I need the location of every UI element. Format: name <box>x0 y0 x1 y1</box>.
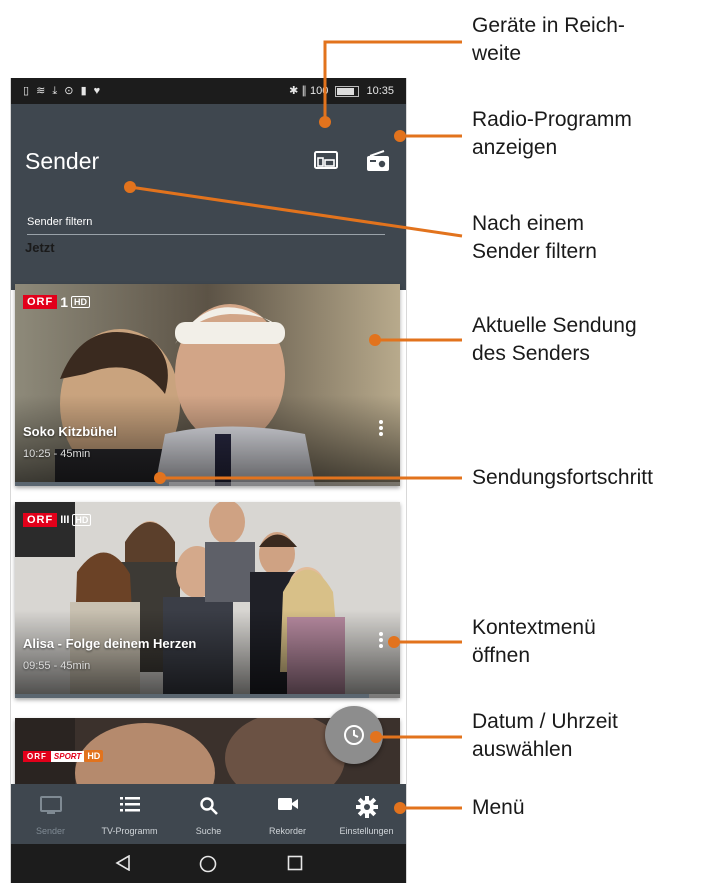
program-card[interactable]: ORF 1 HD Soko Kitzbühel 10:25 - 45min <box>15 284 400 486</box>
tv-icon <box>39 796 62 814</box>
nav-item-label: TV-Programm <box>101 826 158 836</box>
radio-icon <box>367 150 389 171</box>
more-vert-icon <box>379 632 383 636</box>
program-progress-fill <box>15 694 370 698</box>
nav-item-label: Suche <box>195 826 222 836</box>
recents-square-icon[interactable] <box>287 855 303 871</box>
program-progress <box>15 694 400 698</box>
nav-item-tv-programm[interactable]: TV-Programm <box>90 784 169 844</box>
callout-radio-label: Radio-Programm anzeigen <box>472 108 632 159</box>
cast-devices-button[interactable] <box>314 150 338 172</box>
bottom-navigation: Sender TV-Programm Suche Rekorder Einste… <box>11 784 406 844</box>
nav-item-label: Einstellungen <box>339 826 394 836</box>
callout-devices-label: Geräte in Reich-weite <box>472 14 625 65</box>
back-triangle-icon[interactable] <box>115 855 131 871</box>
nav-item-sender[interactable]: Sender <box>11 784 90 844</box>
program-card[interactable]: ORF III HD Alisa - Folge deinem Herzen 09:… <box>15 502 400 698</box>
nav-item-label: Sender <box>35 826 66 836</box>
cast-devices-icon <box>314 151 338 169</box>
status-time: 10:35 <box>366 85 394 97</box>
list-icon <box>119 797 140 812</box>
callout-menu-label: Menü <box>472 796 525 819</box>
program-time: 09:55 - 45min <box>23 660 91 672</box>
nav-item-einstellungen[interactable]: Einstellungen <box>327 784 406 844</box>
video-camera-icon <box>277 798 298 810</box>
status-icons-left: ▯ ≋ ⤓ ⊙ ▮ ♥ <box>23 85 103 97</box>
context-menu-button[interactable] <box>376 630 386 650</box>
channel-logo: ORF 1 HD <box>23 294 91 310</box>
battery-icon <box>335 85 360 97</box>
nav-item-label: Rekorder <box>268 826 306 836</box>
android-navigation-bar <box>11 844 406 883</box>
nav-item-rekorder[interactable]: Rekorder <box>248 784 327 844</box>
program-title: Alisa - Folge deinem Herzen <box>23 636 197 651</box>
date-time-fab[interactable] <box>325 706 383 764</box>
search-icon <box>199 797 218 815</box>
more-vert-icon <box>379 420 383 424</box>
program-title: Soko Kitzbühel <box>23 424 117 439</box>
channel-filter-input[interactable] <box>27 214 385 232</box>
gear-icon <box>355 796 378 818</box>
clock-icon <box>344 725 364 745</box>
status-icons-right: ✱ ∥ 100 10:35 <box>289 84 394 97</box>
channel-filter-field[interactable] <box>27 212 385 235</box>
context-menu-button[interactable] <box>376 418 386 438</box>
home-circle-icon[interactable] <box>199 855 217 873</box>
phone-screen: ▯ ≋ ⤓ ⊙ ▮ ♥ ✱ ∥ 100 10:35 Sender Sender … <box>10 78 407 883</box>
nav-item-suche[interactable]: Suche <box>169 784 248 844</box>
status-signal-text: ✱ ∥ 100 <box>289 85 329 97</box>
callout-progress-label: Sendungsfortschritt <box>472 466 653 489</box>
channel-logo: ORF III HD <box>23 512 92 528</box>
channel-logo: ORF SPORT HD <box>23 748 104 764</box>
app-bar: Sender <box>11 104 406 290</box>
callout-current-program-label: Aktuelle Sendung des Senders <box>472 314 637 365</box>
status-bar: ▯ ≋ ⤓ ⊙ ▮ ♥ ✱ ∥ 100 10:35 <box>11 78 406 104</box>
program-progress <box>15 482 400 486</box>
section-now-label: Jetzt <box>25 240 55 255</box>
callout-context-menu-label: Kontextmenü öffnen <box>472 616 596 667</box>
callout-date-time-label: Datum / Uhrzeit auswählen <box>472 710 618 761</box>
radio-program-button[interactable] <box>365 150 391 172</box>
program-time: 10:25 - 45min <box>23 448 91 460</box>
page-title: Sender <box>25 148 100 174</box>
program-progress-fill <box>15 482 169 486</box>
callout-filter-label: Nach einem Sender filtern <box>472 212 597 263</box>
